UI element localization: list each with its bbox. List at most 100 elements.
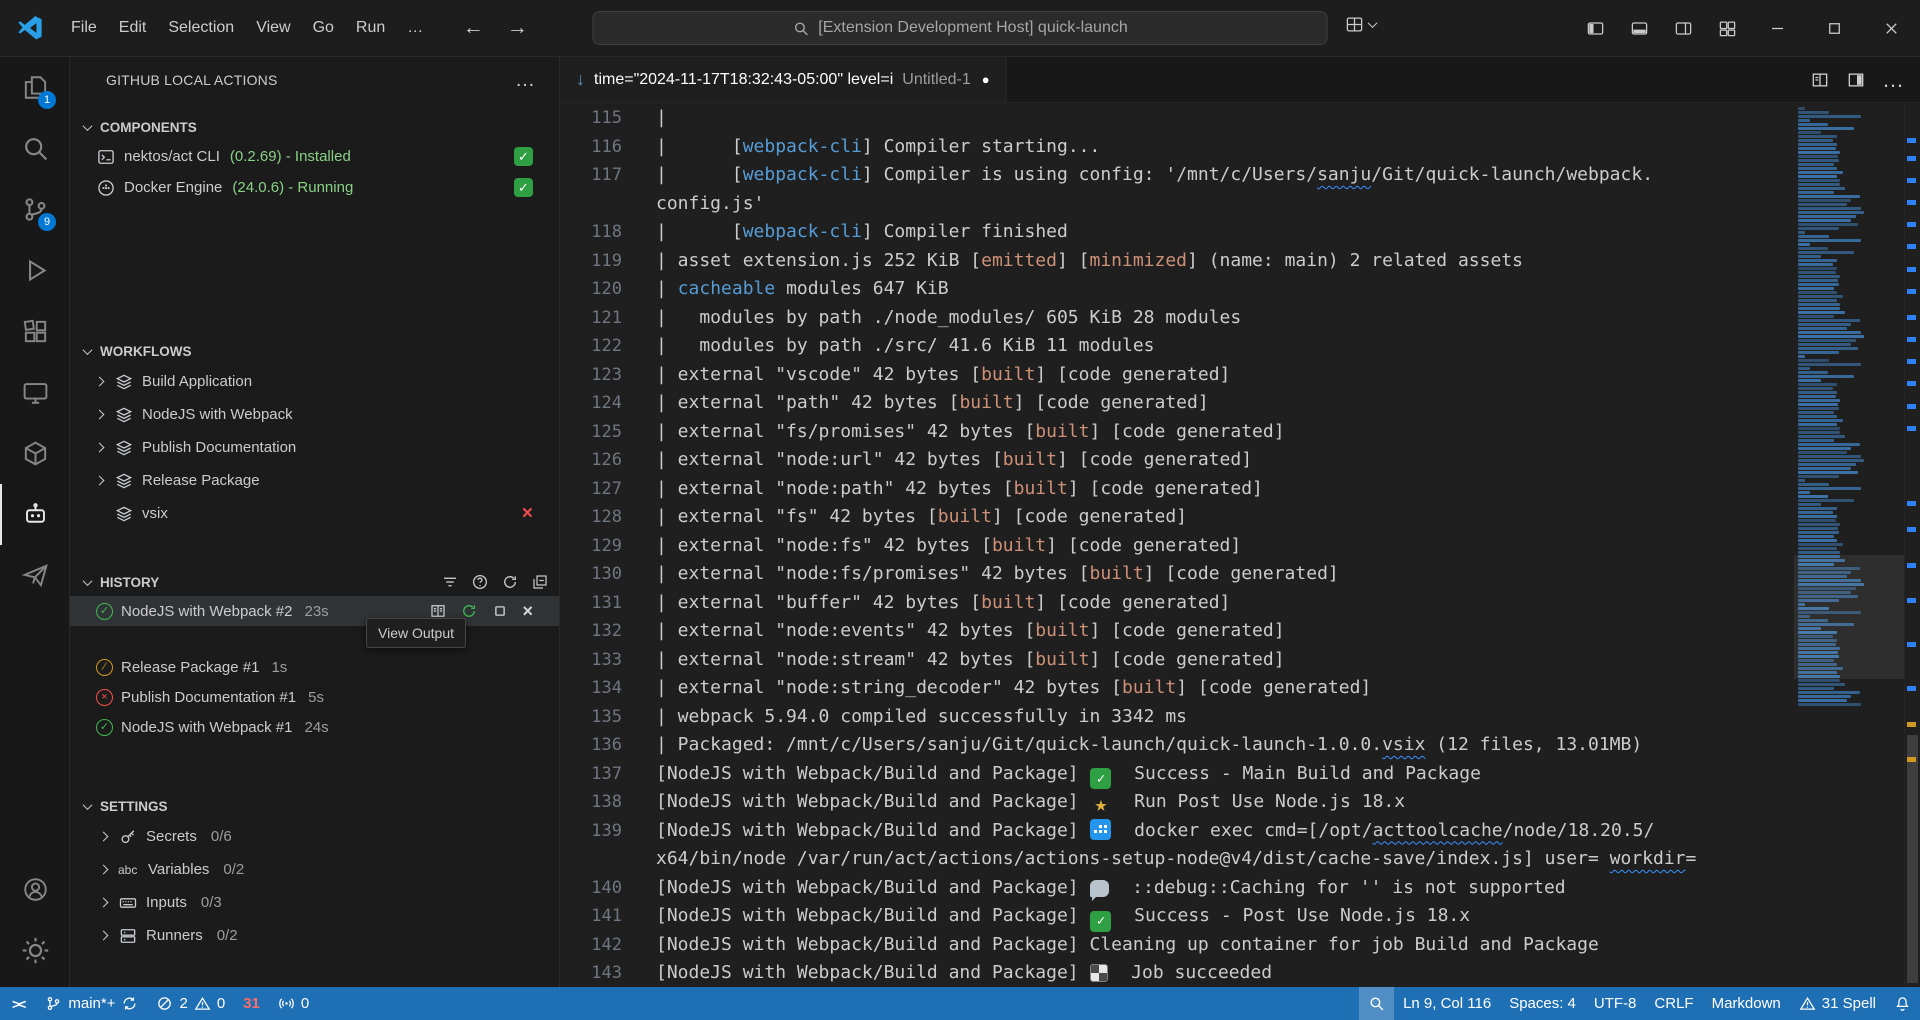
editor-line[interactable]: 115| [560, 104, 1794, 133]
settings-item-inputs[interactable]: Inputs0/3 [70, 886, 559, 919]
toggle-sidebar-button[interactable] [1573, 0, 1617, 56]
workflow-item[interactable]: Release Package [70, 464, 559, 497]
activity-explorer[interactable]: 1 [0, 57, 69, 118]
editor-line[interactable]: 127| external "node:path" 42 bytes [buil… [560, 475, 1794, 504]
remote-indicator[interactable]: >< [0, 987, 36, 1020]
indentation-item[interactable]: Spaces: 4 [1500, 987, 1585, 1020]
activity-github-actions[interactable] [0, 545, 69, 606]
editor-line[interactable]: 131| external "buffer" 42 bytes [built] … [560, 589, 1794, 618]
editor-line[interactable]: 139[NodeJS with Webpack/Build and Packag… [560, 817, 1794, 846]
maximize-button[interactable] [1806, 0, 1863, 56]
menu-overflow[interactable]: … [396, 13, 434, 43]
settings-section-header[interactable]: SETTINGS [70, 792, 559, 820]
editor-line[interactable]: 124| external "path" 42 bytes [built] [c… [560, 389, 1794, 418]
command-center-search[interactable]: [Extension Development Host] quick-launc… [593, 11, 1328, 45]
code-area[interactable]: 115|116| [webpack-cli] Compiler starting… [560, 103, 1794, 987]
customize-layout-button[interactable] [1705, 0, 1749, 56]
editor-line[interactable]: 136| Packaged: /mnt/c/Users/sanju/Git/qu… [560, 731, 1794, 760]
settings-item-runners[interactable]: Runners0/2 [70, 919, 559, 952]
editor-line[interactable]: 128| external "fs" 42 bytes [built] [cod… [560, 503, 1794, 532]
help-button[interactable] [471, 573, 489, 591]
collapse-all-button[interactable] [531, 573, 549, 591]
editor-line[interactable]: 140[NodeJS with Webpack/Build and Packag… [560, 874, 1794, 903]
branch-item[interactable]: main*+ [36, 987, 147, 1020]
activity-docker[interactable] [0, 423, 69, 484]
editor-line[interactable]: 143[NodeJS with Webpack/Build and Packag… [560, 959, 1794, 987]
editor-line[interactable]: 125| external "fs/promises" 42 bytes [bu… [560, 418, 1794, 447]
component-item[interactable]: Docker Engine(24.0.6) - Running✓ [70, 172, 559, 203]
editor-line[interactable]: 130| external "node:fs/promises" 42 byte… [560, 560, 1794, 589]
sidebar-more-actions-button[interactable]: … [509, 69, 541, 92]
editor-line[interactable]: 133| external "node:stream" 42 bytes [bu… [560, 646, 1794, 675]
filter-button[interactable] [441, 573, 459, 591]
editor-line[interactable]: 118| [webpack-cli] Compiler finished [560, 218, 1794, 247]
activity-search[interactable] [0, 118, 69, 179]
menu-edit[interactable]: Edit [108, 13, 158, 43]
modified-indicator[interactable]: ● [982, 72, 990, 87]
editor-line[interactable]: 126| external "node:url" 42 bytes [built… [560, 446, 1794, 475]
workflow-item[interactable]: Build Application [70, 365, 559, 398]
components-section-header[interactable]: COMPONENTS [70, 113, 559, 141]
editor-line[interactable]: 121| modules by path ./node_modules/ 605… [560, 304, 1794, 333]
activity-github-local-actions[interactable] [0, 484, 69, 545]
editor-line[interactable]: 119| asset extension.js 252 KiB [emitted… [560, 247, 1794, 276]
cursor-position[interactable]: Ln 9, Col 116 [1394, 987, 1500, 1020]
zoom-status-item[interactable] [1359, 987, 1394, 1020]
settings-item-variables[interactable]: abcVariables0/2 [70, 853, 559, 886]
workflow-item[interactable]: Publish Documentation [70, 431, 559, 464]
editor-line[interactable]: 120| cacheable modules 647 KiB [560, 275, 1794, 304]
history-item[interactable]: ∕Release Package #11s [70, 652, 559, 682]
encoding-item[interactable]: UTF-8 [1585, 987, 1646, 1020]
editor-line[interactable]: 132| external "node:events" 42 bytes [bu… [560, 617, 1794, 646]
settings-item-secrets[interactable]: Secrets0/6 [70, 820, 559, 853]
editor-line[interactable]: 142[NodeJS with Webpack/Build and Packag… [560, 931, 1794, 960]
editor-line[interactable]: x64/bin/node /var/run/act/actions/action… [560, 845, 1794, 874]
eol-item[interactable]: CRLF [1645, 987, 1702, 1020]
problems-item[interactable]: 2 0 [147, 987, 234, 1020]
editor-line[interactable]: 141[NodeJS with Webpack/Build and Packag… [560, 902, 1794, 931]
split-editor-icon[interactable] [1846, 70, 1866, 90]
editor-line[interactable]: 134| external "node:string_decoder" 42 b… [560, 674, 1794, 703]
minimize-button[interactable] [1749, 0, 1806, 56]
editor-line[interactable]: 123| external "vscode" 42 bytes [built] … [560, 361, 1794, 390]
language-mode-item[interactable]: Markdown [1703, 987, 1790, 1020]
layout-presets-button[interactable] [1345, 15, 1376, 34]
activity-remote-explorer[interactable] [0, 362, 69, 423]
history-item[interactable]: ✓NodeJS with Webpack #124s [70, 712, 559, 742]
history-item[interactable]: ×Publish Documentation #15s [70, 682, 559, 712]
menu-go[interactable]: Go [302, 13, 345, 43]
menu-file[interactable]: File [60, 13, 108, 43]
editor-line[interactable]: 138[NodeJS with Webpack/Build and Packag… [560, 788, 1794, 817]
close-button[interactable] [1863, 0, 1920, 56]
forward-button[interactable]: → [500, 11, 534, 45]
minimap[interactable] [1794, 103, 1904, 987]
menu-view[interactable]: View [245, 13, 301, 43]
history-item[interactable]: ✓NodeJS with Webpack #223s× [70, 596, 559, 626]
editor-line[interactable]: 129| external "node:fs" 42 bytes [built]… [560, 532, 1794, 561]
editor-line[interactable]: config.js' [560, 190, 1794, 219]
editor-line[interactable]: 117| [webpack-cli] Compiler is using con… [560, 161, 1794, 190]
editor-line[interactable]: 135| webpack 5.94.0 compiled successfull… [560, 703, 1794, 732]
menu-run[interactable]: Run [345, 13, 396, 43]
history-section-header[interactable]: HISTORY [70, 568, 559, 596]
editor-line[interactable]: 116| [webpack-cli] Compiler starting... [560, 133, 1794, 162]
component-item[interactable]: nektos/act CLI(0.2.69) - Installed✓ [70, 141, 559, 172]
open-changes-icon[interactable] [1810, 70, 1830, 90]
menu-selection[interactable]: Selection [157, 13, 245, 43]
toggle-panel-button[interactable] [1617, 0, 1661, 56]
toggle-secondary-sidebar-button[interactable] [1661, 0, 1705, 56]
editor-more-actions-icon[interactable]: … [1882, 69, 1904, 91]
editor-tab[interactable]: ↓ time="2024-11-17T18:32:43-05:00" level… [560, 57, 1007, 102]
scrollbar-thumb[interactable] [1907, 735, 1918, 983]
editor-line[interactable]: 122| modules by path ./src/ 41.6 KiB 11 … [560, 332, 1794, 361]
back-button[interactable]: ← [456, 11, 490, 45]
notifications-item[interactable] [1885, 987, 1920, 1020]
activity-extensions[interactable] [0, 301, 69, 362]
activity-settings[interactable] [0, 920, 69, 981]
activity-accounts[interactable] [0, 859, 69, 920]
ports-item[interactable]: 0 [269, 987, 318, 1020]
activity-run-and-debug[interactable] [0, 240, 69, 301]
editor-line[interactable]: 137[NodeJS with Webpack/Build and Packag… [560, 760, 1794, 789]
workflow-item[interactable]: NodeJS with Webpack [70, 398, 559, 431]
spell-problem-badge[interactable]: 31 [234, 987, 269, 1020]
